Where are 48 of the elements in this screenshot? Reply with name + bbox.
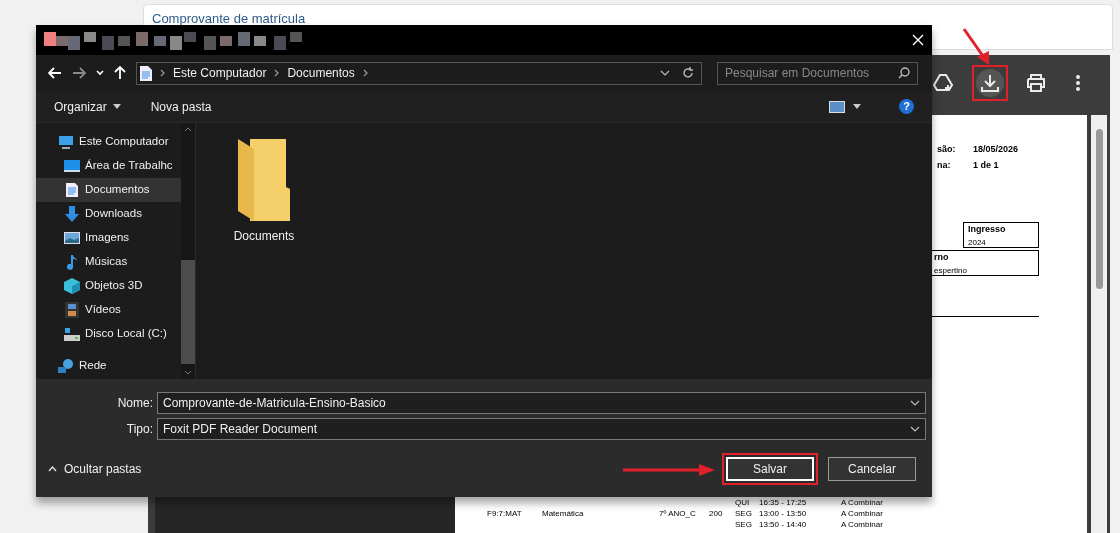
field-value: 1 de 1 [973, 158, 999, 172]
time-range: 13:00 - 13:50 [759, 507, 808, 520]
cancel-button[interactable]: Cancelar [828, 457, 916, 481]
new-folder-button[interactable]: Nova pasta [150, 97, 212, 116]
organize-menu[interactable]: Organizar [54, 97, 121, 116]
sidebar-item[interactable]: Downloads [36, 202, 181, 226]
dropdown-field[interactable]: Comprovante-de-Matricula-Ensino-Basico [157, 391, 926, 414]
course-code: F9:7:MAT [487, 507, 523, 520]
field-label: são: [937, 143, 957, 156]
cell-label: Ingresso [968, 223, 1007, 236]
cell-value: espertino [934, 264, 968, 277]
time-range: 13:50 - 14:40 [759, 518, 808, 531]
breadcrumb[interactable]: Documentos [287, 64, 355, 82]
sidebar-item[interactable]: Este Computador [36, 130, 181, 154]
sidebar-item[interactable]: Área de Trabalhc [36, 154, 181, 178]
field-label: na: [937, 158, 952, 172]
folder-item[interactable]: Documents [226, 137, 302, 379]
weekday: SEG [735, 518, 753, 531]
search-field[interactable]: Pesquisar em Documentos [717, 61, 918, 85]
dropdown-field[interactable]: Foxit PDF Reader Document [157, 417, 926, 440]
hide-folders-toggle[interactable]: Ocultar pastas [48, 460, 142, 478]
sidebar-item[interactable]: Imagens [36, 226, 181, 250]
address-bar[interactable]: Este Computador Documentos [136, 61, 702, 85]
room-number: 200 [709, 507, 724, 520]
subject-name: Matemática [542, 507, 585, 520]
sidebar-item[interactable]: Documentos [36, 178, 181, 202]
help-button[interactable]: ? [899, 99, 914, 114]
location: A Combinar [841, 496, 883, 509]
folder-name: Documents [233, 228, 295, 245]
location: A Combinar [841, 518, 883, 531]
page-title: Comprovante de matrícula [152, 11, 306, 26]
sidebar-item[interactable]: Rede [36, 354, 181, 378]
breadcrumb[interactable]: Este Computador [173, 64, 267, 82]
field-value: 18/05/2026 [973, 143, 1019, 156]
weekday: QUI [735, 496, 751, 509]
weekday: SEG [735, 507, 753, 520]
sidebar-item[interactable]: Disco Local (C:) [36, 322, 181, 346]
field-label: Nome: [116, 394, 154, 412]
save-button[interactable]: Salvar [726, 457, 814, 481]
cell-value: 2024 [968, 236, 987, 249]
class-name: 7º ANO_C [659, 507, 697, 520]
location: A Combinar [841, 507, 883, 520]
sidebar-item[interactable]: Vídeos [36, 298, 181, 322]
sidebar-item[interactable]: Músicas [36, 250, 181, 274]
cell-label: rno [934, 251, 950, 264]
field-label: Tipo: [125, 420, 154, 438]
time-range: 16:35 - 17:25 [759, 496, 808, 509]
sidebar-item[interactable]: Objetos 3D [36, 274, 181, 298]
